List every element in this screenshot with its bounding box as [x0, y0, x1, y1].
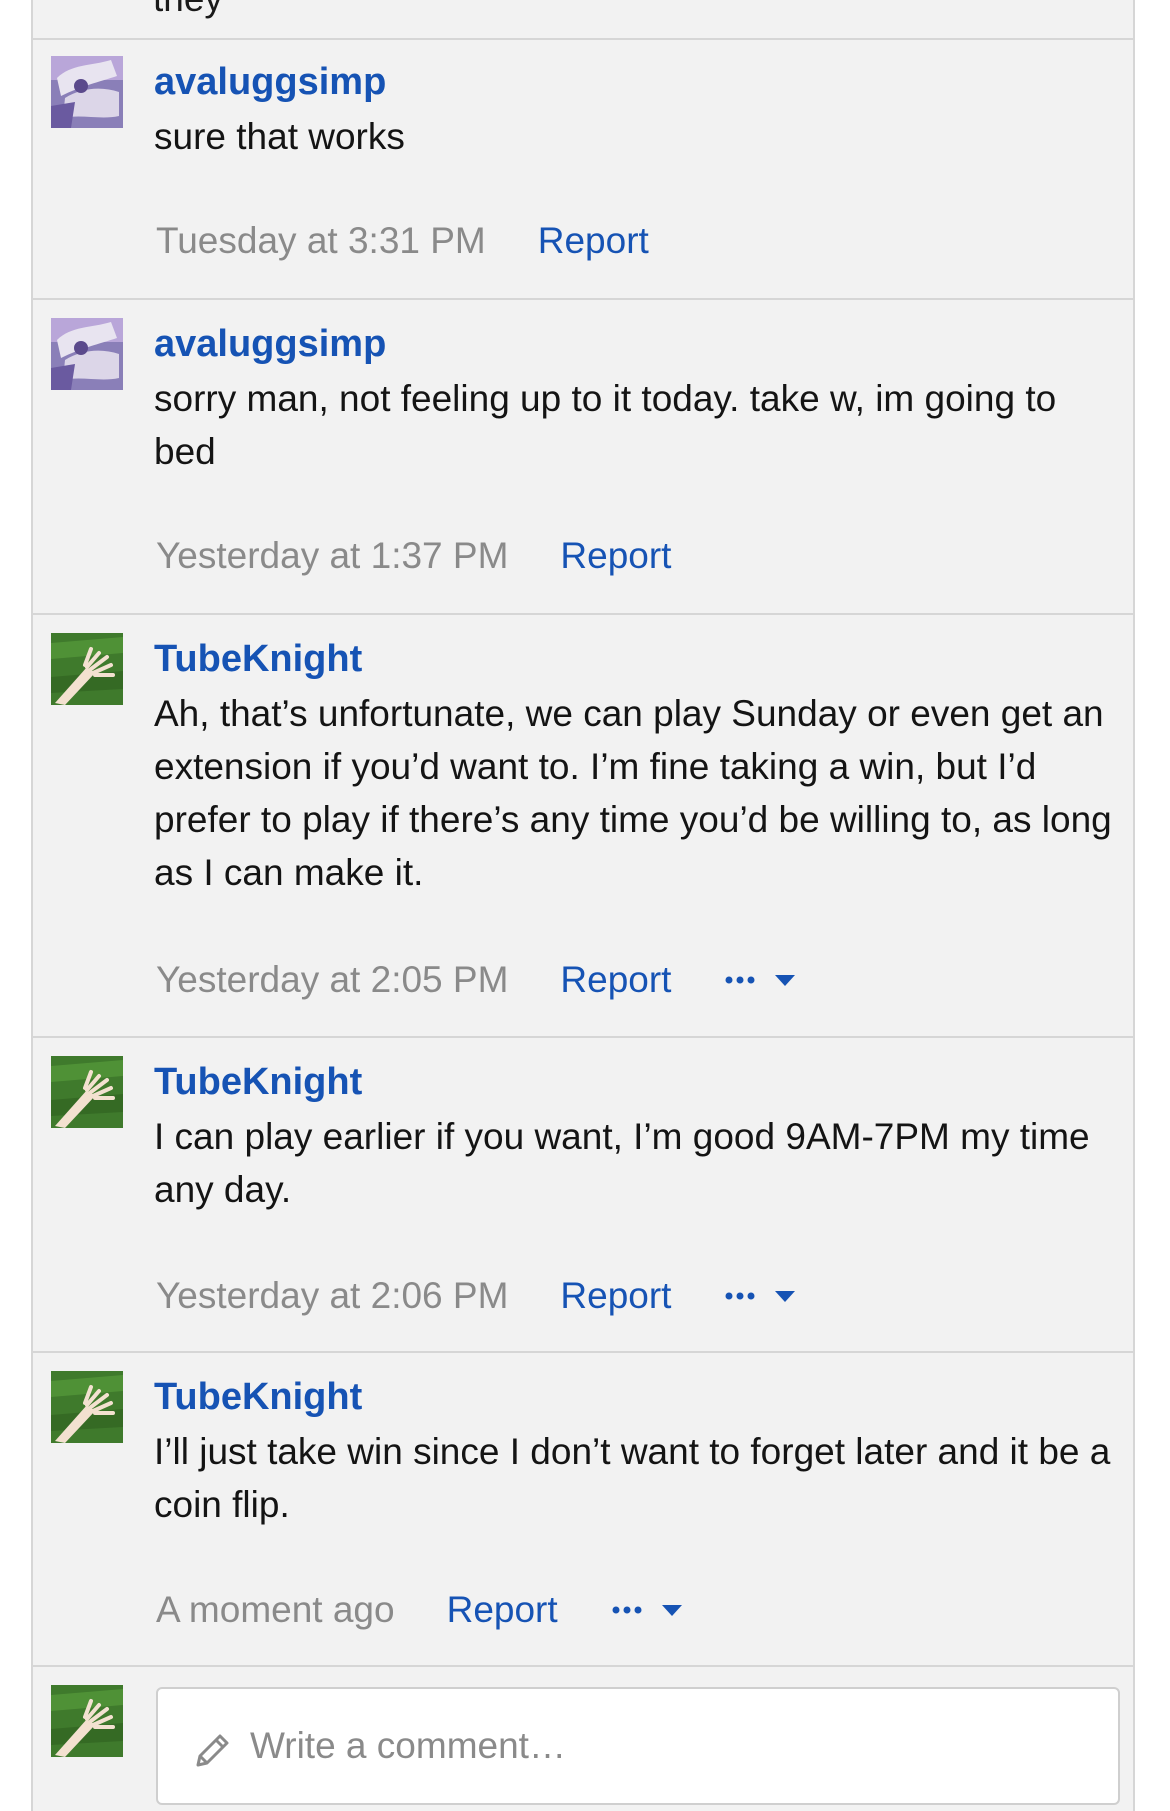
comment-body: sure that works — [154, 116, 405, 157]
comment-timestamp[interactable]: Yesterday at 2:05 PM — [156, 959, 508, 1001]
comment-item: avaluggsimp sorry man, not feeling up to… — [33, 300, 1133, 615]
comment-meta: Yesterday at 1:37 PM Report — [156, 534, 723, 578]
tubeknight-avatar[interactable] — [51, 633, 123, 705]
report-link[interactable]: Report — [538, 220, 649, 262]
tubeknight-avatar — [51, 1685, 123, 1757]
comment-author-link[interactable]: TubeKnight — [154, 1375, 362, 1419]
pencil-icon — [192, 1729, 234, 1776]
comment-body: Ah, that’s unfortunate, we can play Sund… — [154, 693, 1112, 893]
comment-timestamp[interactable]: Yesterday at 2:06 PM — [156, 1275, 508, 1317]
previous-comment-fragment: they — [33, 0, 1133, 40]
comment-thread: they avaluggsimp sure that works Tuesday… — [31, 0, 1135, 1811]
comment-body: I can play earlier if you want, I’m good… — [154, 1116, 1090, 1210]
comment-author-link[interactable]: TubeKnight — [154, 1060, 362, 1104]
ellipsis-caret-icon — [725, 975, 796, 986]
comment-item: TubeKnight I’ll just take win since I do… — [33, 1353, 1133, 1667]
write-comment-input[interactable]: Write a comment… — [156, 1687, 1120, 1805]
ellipsis-caret-icon — [725, 1291, 796, 1302]
comment-meta: Yesterday at 2:06 PM Report — [156, 1274, 799, 1318]
comment-item: TubeKnight I can play earlier if you wan… — [33, 1038, 1133, 1353]
comment-timestamp[interactable]: A moment ago — [156, 1589, 395, 1631]
avaluggsimp-avatar[interactable] — [51, 56, 123, 128]
report-link[interactable]: Report — [447, 1589, 558, 1631]
ellipsis-caret-icon — [612, 1605, 682, 1616]
report-link[interactable]: Report — [560, 535, 671, 577]
comment-placeholder: Write a comment… — [250, 1725, 566, 1766]
avaluggsimp-avatar[interactable] — [51, 318, 123, 390]
more-options-button[interactable] — [723, 1286, 799, 1306]
comment-meta: Yesterday at 2:05 PM Report — [156, 958, 799, 1002]
comment-timestamp[interactable]: Yesterday at 1:37 PM — [156, 535, 508, 577]
comment-timestamp[interactable]: Tuesday at 3:31 PM — [156, 220, 486, 262]
comment-author-link[interactable]: TubeKnight — [154, 637, 362, 681]
more-options-button[interactable] — [610, 1600, 686, 1620]
tubeknight-avatar[interactable] — [51, 1056, 123, 1128]
more-options-button[interactable] — [723, 970, 799, 990]
tubeknight-avatar[interactable] — [51, 1371, 123, 1443]
report-link[interactable]: Report — [560, 1275, 671, 1317]
comment-meta: Tuesday at 3:31 PM Report — [156, 219, 701, 263]
comment-body: sorry man, not feeling up to it today. t… — [154, 378, 1057, 472]
comment-author-link[interactable]: avaluggsimp — [154, 60, 386, 104]
comment-meta: A moment ago Report — [156, 1588, 686, 1632]
comment-author-link[interactable]: avaluggsimp — [154, 322, 386, 366]
comment-item: avaluggsimp sure that works Tuesday at 3… — [33, 38, 1133, 300]
previous-comment-text: they — [153, 0, 223, 20]
comment-item: TubeKnight Ah, that’s unfortunate, we ca… — [33, 615, 1133, 1038]
comment-composer: Write a comment… — [33, 1667, 1133, 1811]
report-link[interactable]: Report — [560, 959, 671, 1001]
comment-body: I’ll just take win since I don’t want to… — [154, 1431, 1111, 1525]
